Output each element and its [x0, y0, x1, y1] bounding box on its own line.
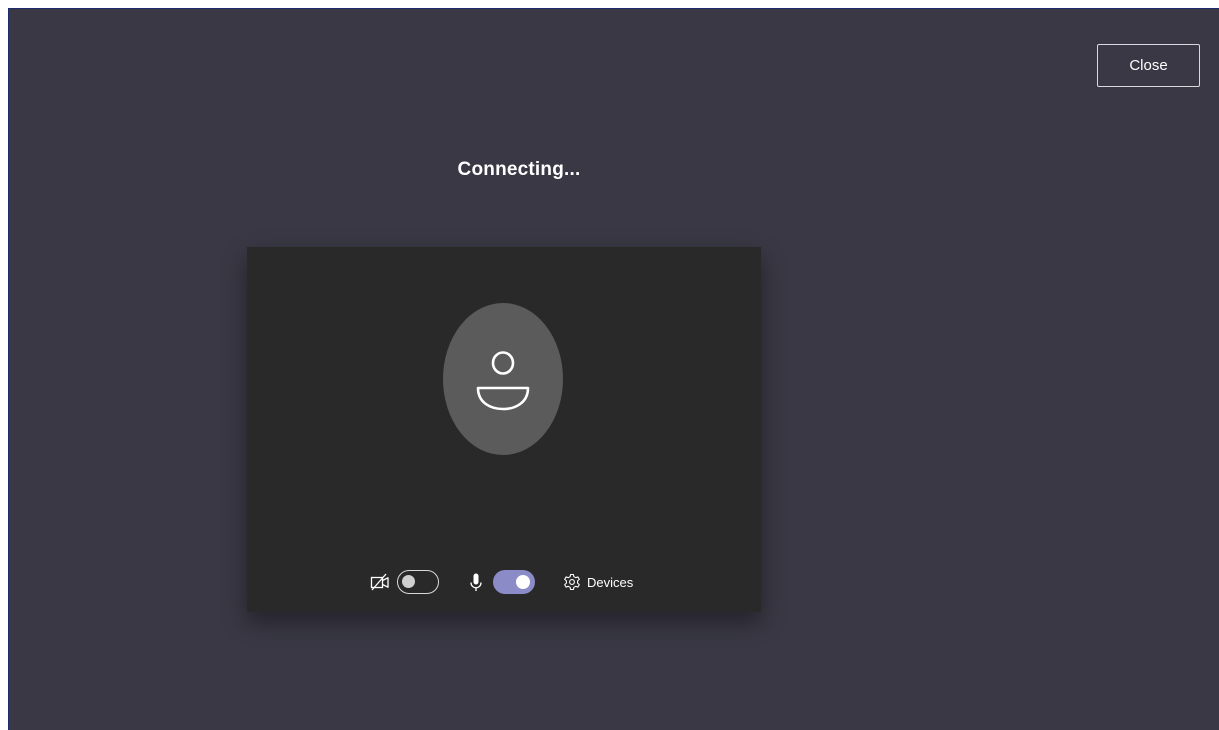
connecting-status-text: Connecting... — [457, 159, 581, 180]
media-controls: Devices — [369, 567, 633, 597]
devices-label: Devices — [587, 574, 634, 590]
microphone-toggle-knob — [516, 575, 530, 589]
camera-toggle-knob — [402, 575, 415, 588]
avatar — [443, 303, 563, 455]
camera-off-icon[interactable] — [369, 571, 391, 593]
camera-toggle[interactable] — [397, 570, 439, 594]
gear-icon — [564, 573, 580, 591]
video-preview-panel: Devices — [247, 247, 761, 612]
devices-button[interactable]: Devices — [563, 573, 633, 591]
microphone-icon[interactable] — [465, 571, 487, 593]
meeting-prejoin-window: Close Connecting... Devices — [8, 8, 1219, 730]
microphone-toggle[interactable] — [493, 570, 535, 594]
person-icon — [476, 351, 530, 411]
close-button[interactable]: Close — [1097, 44, 1200, 87]
